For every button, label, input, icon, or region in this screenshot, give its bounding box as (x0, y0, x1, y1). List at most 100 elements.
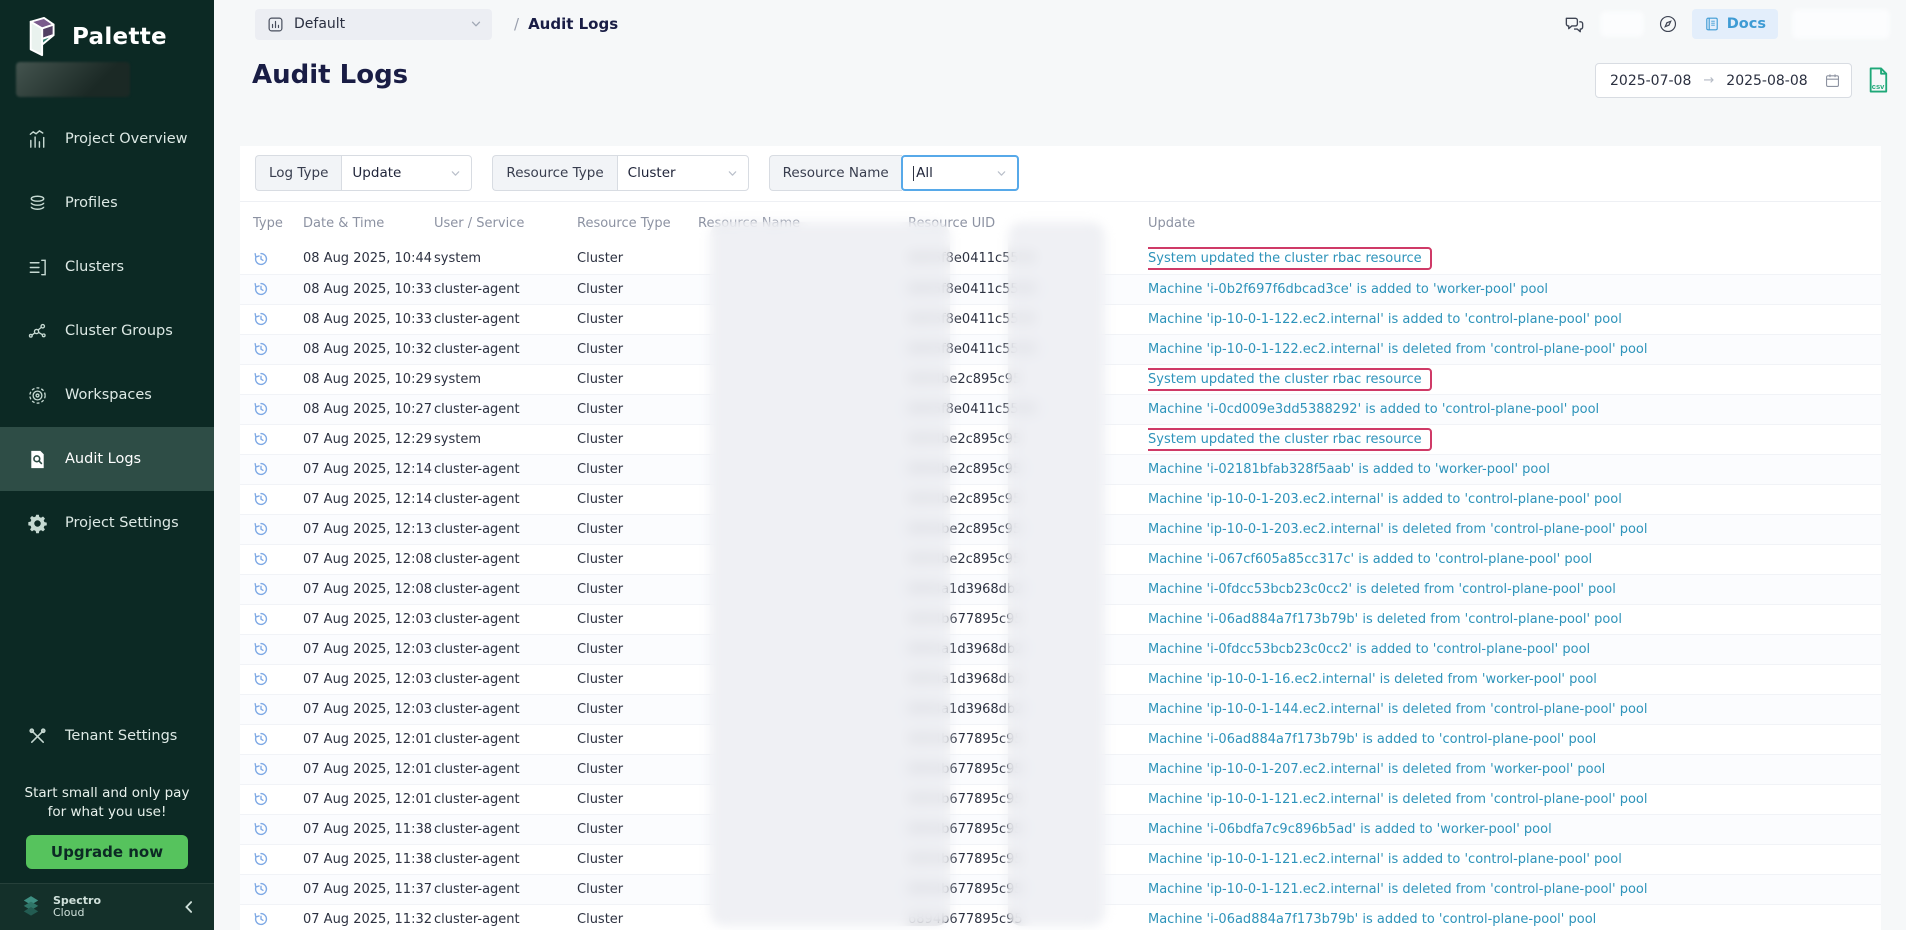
table-row[interactable]: 07 Aug 2025, 12:14cluster-agentCluster68… (240, 454, 1881, 484)
cell-user-service: cluster-agent (434, 274, 577, 304)
cell-type (240, 604, 303, 634)
table-row[interactable]: 07 Aug 2025, 12:03cluster-agentCluster68… (240, 604, 1881, 634)
table-row[interactable]: 07 Aug 2025, 12:01cluster-agentCluster68… (240, 784, 1881, 814)
sidebar-item-label: Profiles (65, 195, 118, 211)
update-message-highlighted[interactable]: System updated the cluster rbac resource (1148, 428, 1432, 451)
update-message-highlighted[interactable]: System updated the cluster rbac resource (1148, 368, 1432, 391)
table-row[interactable]: 07 Aug 2025, 12:29systemCluster6894be2c8… (240, 424, 1881, 454)
sidebar-item-project-settings[interactable]: Project Settings (0, 491, 214, 555)
sidebar-collapse-button[interactable] (182, 900, 196, 914)
cell-resource-uid: 6895f8e0411c5559 (908, 274, 1148, 304)
export-csv-button[interactable]: csv (1862, 62, 1898, 98)
filter-resource-name: Resource Name All (769, 155, 1019, 191)
table-row[interactable]: 08 Aug 2025, 10:33cluster-agentCluster68… (240, 274, 1881, 304)
cell-datetime: 07 Aug 2025, 12:01 (303, 754, 434, 784)
update-message[interactable]: Machine 'i-06ad884a7f173b79b' is added t… (1148, 732, 1596, 747)
update-message[interactable]: Machine 'ip-10-0-1-122.ec2.internal' is … (1148, 342, 1648, 357)
table-row[interactable]: 07 Aug 2025, 11:38cluster-agentCluster68… (240, 844, 1881, 874)
history-icon (253, 521, 269, 537)
update-message[interactable]: Machine 'i-0b2f697f6dbcad3ce' is added t… (1148, 282, 1548, 297)
filter-resource-type-select[interactable]: Cluster (617, 155, 749, 191)
cell-resource-type: Cluster (577, 484, 698, 514)
cell-user-service: cluster-agent (434, 574, 577, 604)
table-row[interactable]: 07 Aug 2025, 12:03cluster-agentCluster68… (240, 664, 1881, 694)
table-row[interactable]: 08 Aug 2025, 10:29systemCluster6894be2c8… (240, 364, 1881, 394)
table-row[interactable]: 07 Aug 2025, 12:03cluster-agentCluster68… (240, 694, 1881, 724)
footer-brand-bottom: Cloud (53, 907, 101, 919)
table-row[interactable]: 07 Aug 2025, 12:08cluster-agentCluster68… (240, 544, 1881, 574)
table-row[interactable]: 07 Aug 2025, 11:32cluster-agentCluster68… (240, 904, 1881, 930)
sidebar-item-tenant-settings[interactable]: Tenant Settings (0, 704, 214, 768)
cell-resource-type: Cluster (577, 514, 698, 544)
table-row[interactable]: 08 Aug 2025, 10:33cluster-agentCluster68… (240, 304, 1881, 334)
cell-resource-name (698, 904, 908, 930)
update-message[interactable]: Machine 'ip-10-0-1-203.ec2.internal' is … (1148, 522, 1648, 537)
sidebar-item-audit-logs[interactable]: Audit Logs (0, 427, 214, 491)
cell-resource-uid: 6894b677895c95 (908, 844, 1148, 874)
cell-update: System updated the cluster rbac resource (1148, 424, 1881, 454)
update-message[interactable]: Machine 'i-06ad884a7f173b79b' is deleted… (1148, 612, 1622, 627)
date-from-value[interactable]: 2025-07-08 (1610, 73, 1691, 89)
update-message[interactable]: Machine 'ip-10-0-1-203.ec2.internal' is … (1148, 492, 1622, 507)
update-message[interactable]: Machine 'i-067cf605a85cc317c' is added t… (1148, 552, 1592, 567)
cluster-groups-icon (27, 321, 48, 342)
spectro-cloud-logo-icon (18, 895, 44, 919)
cell-datetime: 07 Aug 2025, 12:13 (303, 514, 434, 544)
table-row[interactable]: 07 Aug 2025, 12:08cluster-agentCluster68… (240, 574, 1881, 604)
table-row[interactable]: 07 Aug 2025, 11:37cluster-agentCluster68… (240, 874, 1881, 904)
date-to-value[interactable]: 2025-08-08 (1726, 73, 1807, 89)
update-message[interactable]: Machine 'ip-10-0-1-121.ec2.internal' is … (1148, 852, 1622, 867)
sidebar-item-profiles[interactable]: Profiles (0, 171, 214, 235)
filter-resource-name-select[interactable]: All (901, 155, 1019, 191)
history-icon (253, 281, 269, 297)
chevron-down-icon (450, 168, 461, 179)
table-row[interactable]: 07 Aug 2025, 12:01cluster-agentCluster68… (240, 724, 1881, 754)
cell-resource-name (698, 334, 908, 364)
table-row[interactable]: 07 Aug 2025, 12:14cluster-agentCluster68… (240, 484, 1881, 514)
update-message[interactable]: Machine 'ip-10-0-1-16.ec2.internal' is d… (1148, 672, 1597, 687)
audit-logs-panel: Log Type Update Resource Type Cluster Re… (240, 146, 1881, 930)
chat-icon[interactable] (1563, 13, 1586, 36)
upgrade-now-button[interactable]: Upgrade now (26, 835, 188, 869)
promo-line-1: Start small and only pay (0, 784, 214, 803)
table-row[interactable]: 08 Aug 2025, 10:44systemCluster6895f8e04… (240, 244, 1881, 274)
sidebar-item-workspaces[interactable]: Workspaces (0, 363, 214, 427)
date-range-picker[interactable]: 2025-07-08 → 2025-08-08 (1595, 63, 1852, 98)
update-message-highlighted[interactable]: System updated the cluster rbac resource (1148, 247, 1432, 270)
table-row[interactable]: 08 Aug 2025, 10:32cluster-agentCluster68… (240, 334, 1881, 364)
table-row[interactable]: 07 Aug 2025, 11:38cluster-agentCluster68… (240, 814, 1881, 844)
update-message[interactable]: Machine 'i-0fdcc53bcb23c0cc2' is deleted… (1148, 582, 1616, 597)
update-message[interactable]: Machine 'ip-10-0-1-207.ec2.internal' is … (1148, 762, 1605, 777)
update-message[interactable]: Machine 'i-06bdfa7c9c896b5ad' is added t… (1148, 822, 1552, 837)
history-icon (253, 791, 269, 807)
docs-button[interactable]: Docs (1692, 9, 1778, 39)
project-selector[interactable]: Default (255, 9, 492, 40)
compass-icon[interactable] (1658, 14, 1678, 34)
cell-update: Machine 'ip-10-0-1-203.ec2.internal' is … (1148, 514, 1881, 544)
table-row[interactable]: 07 Aug 2025, 12:03cluster-agentCluster68… (240, 634, 1881, 664)
calendar-icon[interactable] (1824, 72, 1841, 89)
table-row[interactable]: 08 Aug 2025, 10:27cluster-agentCluster68… (240, 394, 1881, 424)
update-message[interactable]: Machine 'ip-10-0-1-144.ec2.internal' is … (1148, 702, 1648, 717)
update-message[interactable]: Machine 'i-0fdcc53bcb23c0cc2' is added t… (1148, 642, 1590, 657)
update-message[interactable]: Machine 'i-0cd009e3dd5388292' is added t… (1148, 402, 1599, 417)
cell-user-service: cluster-agent (434, 814, 577, 844)
column-header-date-time: Date & Time (303, 202, 434, 244)
table-row[interactable]: 07 Aug 2025, 12:01cluster-agentCluster68… (240, 754, 1881, 784)
update-message[interactable]: Machine 'ip-10-0-1-121.ec2.internal' is … (1148, 882, 1648, 897)
sidebar-item-project-overview[interactable]: Project Overview (0, 107, 214, 171)
update-message[interactable]: Machine 'i-06ad884a7f173b79b' is added t… (1148, 912, 1596, 927)
table-row[interactable]: 07 Aug 2025, 12:13cluster-agentCluster68… (240, 514, 1881, 544)
filter-log-type-select[interactable]: Update (341, 155, 472, 191)
column-header-resource-name: Resource Name (698, 202, 908, 244)
update-message[interactable]: Machine 'ip-10-0-1-122.ec2.internal' is … (1148, 312, 1622, 327)
cell-resource-type: Cluster (577, 544, 698, 574)
update-message[interactable]: Machine 'i-02181bfab328f5aab' is added t… (1148, 462, 1550, 477)
filter-log-type: Log Type Update (255, 155, 472, 191)
cell-resource-name (698, 274, 908, 304)
cell-type (240, 844, 303, 874)
cell-resource-name (698, 544, 908, 574)
update-message[interactable]: Machine 'ip-10-0-1-121.ec2.internal' is … (1148, 792, 1648, 807)
sidebar-item-cluster-groups[interactable]: Cluster Groups (0, 299, 214, 363)
sidebar-item-clusters[interactable]: Clusters (0, 235, 214, 299)
